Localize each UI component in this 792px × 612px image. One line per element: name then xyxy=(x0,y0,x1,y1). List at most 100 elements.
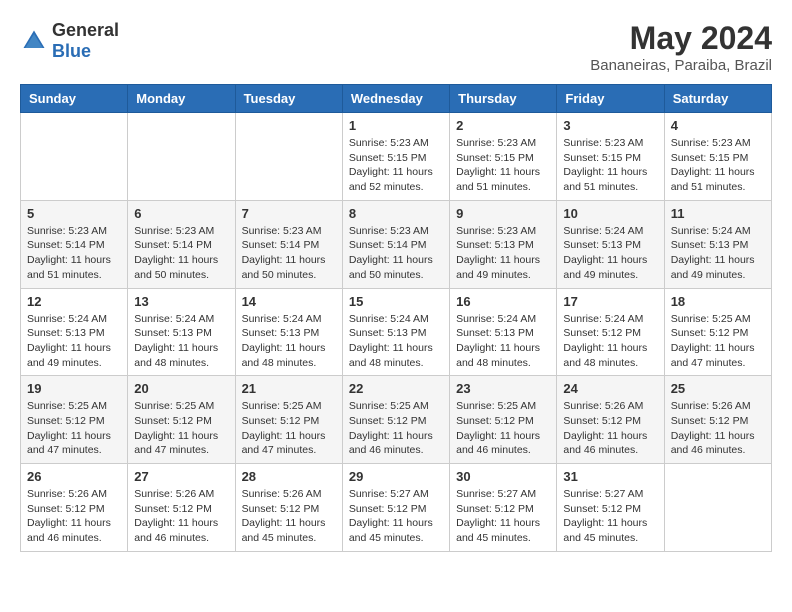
calendar-cell: 31Sunrise: 5:27 AM Sunset: 5:12 PM Dayli… xyxy=(557,464,664,552)
logo-general: General xyxy=(52,20,119,40)
weekday-header-friday: Friday xyxy=(557,85,664,113)
day-number: 16 xyxy=(456,294,550,309)
day-info: Sunrise: 5:26 AM Sunset: 5:12 PM Dayligh… xyxy=(134,487,228,546)
day-number: 3 xyxy=(563,118,657,133)
calendar-cell: 18 Sunrise: 5:25 AM Sunset: 5:12 PM Dayli… xyxy=(664,288,771,376)
day-number: 2 xyxy=(456,118,550,133)
calendar-cell: 2 Sunrise: 5:23 AM Sunset: 5:15 PM Daylig… xyxy=(450,113,557,201)
calendar-cell: 6Sunrise: 5:23 AM Sunset: 5:14 PM Daylig… xyxy=(128,200,235,288)
day-info: Sunrise: 5:23 AM Sunset: 5:13 PM Dayligh… xyxy=(456,224,550,283)
page-header: General Blue May 2024 Bananeiras, Paraib… xyxy=(20,20,772,74)
day-number: 18 xyxy=(671,294,765,309)
calendar-week-row: 26 Sunrise: 5:26 AM Sunset: 5:12 PM Dayli… xyxy=(21,464,772,552)
calendar-cell xyxy=(664,464,771,552)
day-info: Sunrise: 5:24 AM Sunset: 5:13 PM Dayligh… xyxy=(134,312,228,371)
calendar-cell: 24Sunrise: 5:26 AM Sunset: 5:12 PM Dayli… xyxy=(557,376,664,464)
day-number: 17 xyxy=(563,294,657,309)
calendar-cell: 22 Sunrise: 5:25 AM Sunset: 5:12 PM Dayli… xyxy=(342,376,449,464)
calendar-week-row: 19 Sunrise: 5:25 AM Sunset: 5:12 PM Dayli… xyxy=(21,376,772,464)
day-info: Sunrise: 5:24 AM Sunset: 5:13 PM Dayligh… xyxy=(349,312,443,371)
day-info: Sunrise: 5:26 AM Sunset: 5:12 PM Dayligh… xyxy=(671,399,765,458)
weekday-header-monday: Monday xyxy=(128,85,235,113)
day-number: 9 xyxy=(456,206,550,221)
calendar-cell: 25 Sunrise: 5:26 AM Sunset: 5:12 PM Dayli… xyxy=(664,376,771,464)
day-number: 10 xyxy=(563,206,657,221)
day-number: 4 xyxy=(671,118,765,133)
day-info: Sunrise: 5:26 AM Sunset: 5:12 PM Dayligh… xyxy=(242,487,336,546)
day-number: 21 xyxy=(242,381,336,396)
day-info: Sunrise: 5:26 AM Sunset: 5:12 PM Dayligh… xyxy=(27,487,121,546)
calendar-cell: 23Sunrise: 5:25 AM Sunset: 5:12 PM Dayli… xyxy=(450,376,557,464)
calendar-cell: 4 Sunrise: 5:23 AM Sunset: 5:15 PM Daylig… xyxy=(664,113,771,201)
day-number: 6 xyxy=(134,206,228,221)
day-info: Sunrise: 5:23 AM Sunset: 5:15 PM Dayligh… xyxy=(671,136,765,195)
day-info: Sunrise: 5:24 AM Sunset: 5:12 PM Dayligh… xyxy=(563,312,657,371)
day-number: 22 xyxy=(349,381,443,396)
calendar-cell: 19 Sunrise: 5:25 AM Sunset: 5:12 PM Dayli… xyxy=(21,376,128,464)
day-info: Sunrise: 5:23 AM Sunset: 5:15 PM Dayligh… xyxy=(563,136,657,195)
calendar-cell xyxy=(21,113,128,201)
day-info: Sunrise: 5:24 AM Sunset: 5:13 PM Dayligh… xyxy=(27,312,121,371)
day-number: 1 xyxy=(349,118,443,133)
calendar-cell: 3 Sunrise: 5:23 AM Sunset: 5:15 PM Daylig… xyxy=(557,113,664,201)
day-number: 7 xyxy=(242,206,336,221)
weekday-header-thursday: Thursday xyxy=(450,85,557,113)
day-number: 30 xyxy=(456,469,550,484)
day-info: Sunrise: 5:23 AM Sunset: 5:14 PM Dayligh… xyxy=(349,224,443,283)
day-number: 27 xyxy=(134,469,228,484)
logo-blue: Blue xyxy=(52,41,91,61)
calendar-cell: 26 Sunrise: 5:26 AM Sunset: 5:12 PM Dayli… xyxy=(21,464,128,552)
day-info: Sunrise: 5:23 AM Sunset: 5:14 PM Dayligh… xyxy=(242,224,336,283)
day-info: Sunrise: 5:23 AM Sunset: 5:15 PM Dayligh… xyxy=(349,136,443,195)
day-number: 29 xyxy=(349,469,443,484)
day-info: Sunrise: 5:26 AM Sunset: 5:12 PM Dayligh… xyxy=(563,399,657,458)
day-number: 31 xyxy=(563,469,657,484)
day-number: 13 xyxy=(134,294,228,309)
day-number: 28 xyxy=(242,469,336,484)
logo-icon xyxy=(20,27,48,55)
weekday-header-tuesday: Tuesday xyxy=(235,85,342,113)
calendar-cell: 17 Sunrise: 5:24 AM Sunset: 5:12 PM Dayli… xyxy=(557,288,664,376)
weekday-header-wednesday: Wednesday xyxy=(342,85,449,113)
calendar-week-row: 1 Sunrise: 5:23 AM Sunset: 5:15 PM Daylig… xyxy=(21,113,772,201)
day-info: Sunrise: 5:24 AM Sunset: 5:13 PM Dayligh… xyxy=(456,312,550,371)
calendar-cell: 11 Sunrise: 5:24 AM Sunset: 5:13 PM Dayli… xyxy=(664,200,771,288)
calendar-week-row: 5Sunrise: 5:23 AM Sunset: 5:14 PM Daylig… xyxy=(21,200,772,288)
calendar-cell: 16 Sunrise: 5:24 AM Sunset: 5:13 PM Dayli… xyxy=(450,288,557,376)
calendar-cell: 27 Sunrise: 5:26 AM Sunset: 5:12 PM Dayli… xyxy=(128,464,235,552)
day-info: Sunrise: 5:25 AM Sunset: 5:12 PM Dayligh… xyxy=(671,312,765,371)
day-info: Sunrise: 5:27 AM Sunset: 5:12 PM Dayligh… xyxy=(349,487,443,546)
day-info: Sunrise: 5:24 AM Sunset: 5:13 PM Dayligh… xyxy=(671,224,765,283)
calendar-cell: 30Sunrise: 5:27 AM Sunset: 5:12 PM Dayli… xyxy=(450,464,557,552)
calendar-cell: 14Sunrise: 5:24 AM Sunset: 5:13 PM Dayli… xyxy=(235,288,342,376)
weekday-header-saturday: Saturday xyxy=(664,85,771,113)
calendar-cell: 29 Sunrise: 5:27 AM Sunset: 5:12 PM Dayli… xyxy=(342,464,449,552)
calendar-title: May 2024 xyxy=(590,20,772,57)
day-number: 19 xyxy=(27,381,121,396)
day-number: 20 xyxy=(134,381,228,396)
day-number: 25 xyxy=(671,381,765,396)
calendar-cell: 5Sunrise: 5:23 AM Sunset: 5:14 PM Daylig… xyxy=(21,200,128,288)
day-number: 12 xyxy=(27,294,121,309)
day-info: Sunrise: 5:25 AM Sunset: 5:12 PM Dayligh… xyxy=(349,399,443,458)
day-info: Sunrise: 5:23 AM Sunset: 5:15 PM Dayligh… xyxy=(456,136,550,195)
day-info: Sunrise: 5:24 AM Sunset: 5:13 PM Dayligh… xyxy=(563,224,657,283)
calendar-cell xyxy=(235,113,342,201)
calendar-cell: 8 Sunrise: 5:23 AM Sunset: 5:14 PM Daylig… xyxy=(342,200,449,288)
calendar-cell: 13 Sunrise: 5:24 AM Sunset: 5:13 PM Dayli… xyxy=(128,288,235,376)
day-number: 14 xyxy=(242,294,336,309)
calendar-cell: 10 Sunrise: 5:24 AM Sunset: 5:13 PM Dayli… xyxy=(557,200,664,288)
day-info: Sunrise: 5:23 AM Sunset: 5:14 PM Dayligh… xyxy=(27,224,121,283)
logo: General Blue xyxy=(20,20,119,62)
calendar-cell: 20Sunrise: 5:25 AM Sunset: 5:12 PM Dayli… xyxy=(128,376,235,464)
weekday-header-row: SundayMondayTuesdayWednesdayThursdayFrid… xyxy=(21,85,772,113)
calendar-cell: 12 Sunrise: 5:24 AM Sunset: 5:13 PM Dayli… xyxy=(21,288,128,376)
day-info: Sunrise: 5:25 AM Sunset: 5:12 PM Dayligh… xyxy=(27,399,121,458)
day-info: Sunrise: 5:25 AM Sunset: 5:12 PM Dayligh… xyxy=(242,399,336,458)
calendar-cell: 1 Sunrise: 5:23 AM Sunset: 5:15 PM Daylig… xyxy=(342,113,449,201)
day-number: 26 xyxy=(27,469,121,484)
day-number: 8 xyxy=(349,206,443,221)
day-number: 15 xyxy=(349,294,443,309)
title-block: May 2024 Bananeiras, Paraiba, Brazil xyxy=(590,20,772,74)
day-number: 11 xyxy=(671,206,765,221)
